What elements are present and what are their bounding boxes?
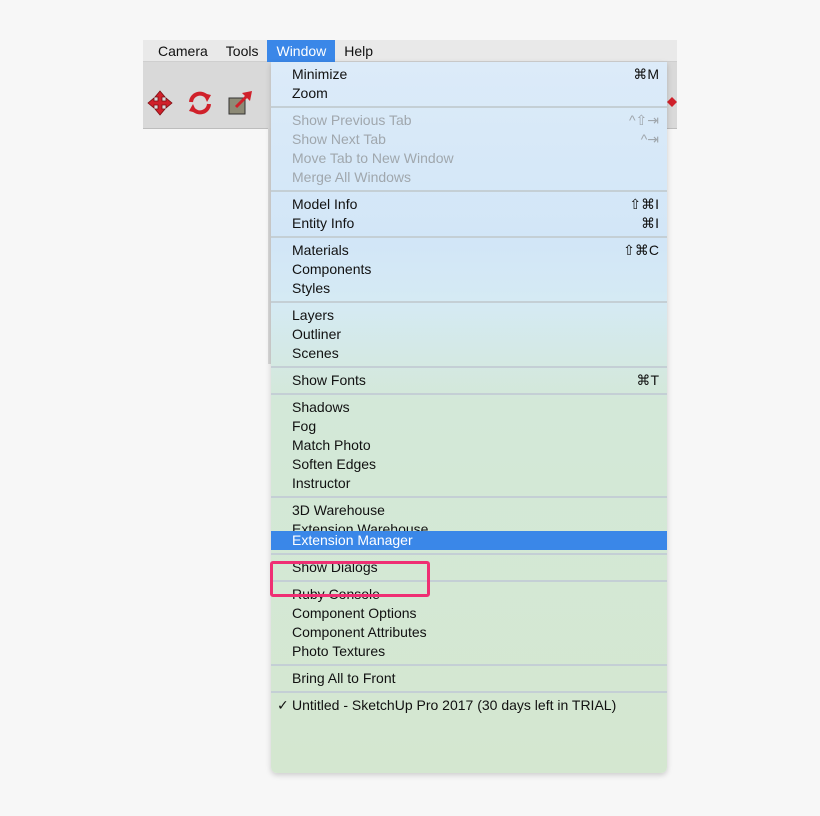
menu-bar: Camera Tools Window Help [143,39,677,62]
menu-help[interactable]: Help [335,40,382,62]
highlight-callout [270,561,430,597]
shortcut: ^⇧⇥ [628,112,659,128]
menu-item-label: Show Next Tab [292,131,386,147]
menu-item-label: Match Photo [292,437,371,453]
menu-item-label: Merge All Windows [292,169,412,185]
menu-item-label: Model Info [292,196,358,212]
menu-section: Show Previous Tab ^⇧⇥ Show Next Tab ^⇥ M… [271,108,667,192]
menu-item-label: Component Options [292,605,417,621]
menu-item-move-tab: Move Tab to New Window [271,149,667,168]
checkmark-icon: ✓ [277,697,289,713]
menu-item-bring-all-to-front[interactable]: Bring All to Front [271,669,667,688]
menu-section: Shadows Fog Match Photo Soften Edges Ins… [271,395,667,498]
menu-item-entity-info[interactable]: Entity Info ⌘I [271,214,667,233]
menu-item-show-previous-tab: Show Previous Tab ^⇧⇥ [271,111,667,130]
menu-item-fog[interactable]: Fog [271,417,667,436]
menu-item-label: Photo Textures [292,643,386,659]
menu-item-label: Scenes [292,345,339,361]
shortcut: ⇧⌘C [623,242,659,258]
menu-item-label: Components [292,261,372,277]
menu-section: Layers Outliner Scenes [271,303,667,368]
menu-item-extension-warehouse[interactable]: Extension Warehouse [271,520,667,531]
menu-item-label: Show Fonts [292,372,366,388]
menu-item-scenes[interactable]: Scenes [271,344,667,363]
ruby-icon [667,95,677,109]
menu-item-styles[interactable]: Styles [271,279,667,298]
menu-item-component-options[interactable]: Component Options [271,604,667,623]
menu-item-label: Instructor [292,475,351,491]
menu-tools[interactable]: Tools [217,40,268,62]
menu-item-label: Materials [292,242,349,258]
menu-item-label: Bring All to Front [292,670,396,686]
menu-item-label: Extension Manager [292,532,413,548]
menu-item-label: Soften Edges [292,456,377,472]
menu-section: ✓ Untitled - SketchUp Pro 2017 (30 days … [271,693,667,718]
menu-item-minimize[interactable]: Minimize ⌘M [271,65,667,84]
menu-item-label: Outliner [292,326,342,342]
scale-icon[interactable] [227,90,253,116]
shortcut: ^⇥ [640,131,659,147]
menu-item-label: Layers [292,307,335,323]
menu-section: Show Fonts ⌘T [271,368,667,395]
shortcut: ⌘T [636,372,659,388]
menu-item-label: Styles [292,280,331,296]
menu-item-label: Untitled - SketchUp Pro 2017 (30 days le… [292,697,617,713]
menu-item-label: Extension Warehouse [292,521,429,531]
menu-item-merge-windows: Merge All Windows [271,168,667,187]
menu-item-label: Shadows [292,399,350,415]
shortcut: ⌘I [641,215,659,231]
menu-item-components[interactable]: Components [271,260,667,279]
menu-item-label: Entity Info [292,215,355,231]
menu-item-match-photo[interactable]: Match Photo [271,436,667,455]
menu-section: 3D Warehouse Extension Warehouse Extensi… [271,498,667,555]
menu-item-3d-warehouse[interactable]: 3D Warehouse [271,501,667,520]
menu-item-component-attributes[interactable]: Component Attributes [271,623,667,642]
menu-item-instructor[interactable]: Instructor [271,474,667,493]
menu-item-materials[interactable]: Materials ⇧⌘C [271,241,667,260]
menu-item-outliner[interactable]: Outliner [271,325,667,344]
rotate-icon[interactable] [187,90,213,116]
menu-item-label: Zoom [292,85,328,101]
menu-section: Materials ⇧⌘C Components Styles [271,238,667,303]
shortcut: ⌘M [633,66,659,82]
menu-section: Bring All to Front [271,666,667,693]
menu-item-soften-edges[interactable]: Soften Edges [271,455,667,474]
menu-item-label: Show Previous Tab [292,112,412,128]
menu-item-label: Move Tab to New Window [292,150,454,166]
shortcut: ⇧⌘I [629,196,659,212]
menu-item-photo-textures[interactable]: Photo Textures [271,642,667,661]
menu-item-zoom[interactable]: Zoom [271,84,667,103]
move-icon[interactable] [147,90,173,116]
menu-item-label: Minimize [292,66,348,82]
menu-item-label: 3D Warehouse [292,502,385,518]
menu-section: Minimize ⌘M Zoom [271,62,667,108]
menu-item-label: Component Attributes [292,624,427,640]
menu-item-layers[interactable]: Layers [271,306,667,325]
menu-camera[interactable]: Camera [149,40,217,62]
menu-item-label: Fog [292,418,317,434]
menu-item-model-info[interactable]: Model Info ⇧⌘I [271,195,667,214]
window-menu-dropdown: Minimize ⌘M Zoom Show Previous Tab ^⇧⇥ S… [271,62,667,773]
menu-item-untitled-window[interactable]: ✓ Untitled - SketchUp Pro 2017 (30 days … [271,696,667,715]
menu-section: Model Info ⇧⌘I Entity Info ⌘I [271,192,667,238]
menu-item-show-next-tab: Show Next Tab ^⇥ [271,130,667,149]
menu-item-show-fonts[interactable]: Show Fonts ⌘T [271,371,667,390]
menu-window[interactable]: Window [267,39,336,62]
menu-item-shadows[interactable]: Shadows [271,398,667,417]
menu-item-extension-manager[interactable]: Extension Manager [271,531,667,550]
